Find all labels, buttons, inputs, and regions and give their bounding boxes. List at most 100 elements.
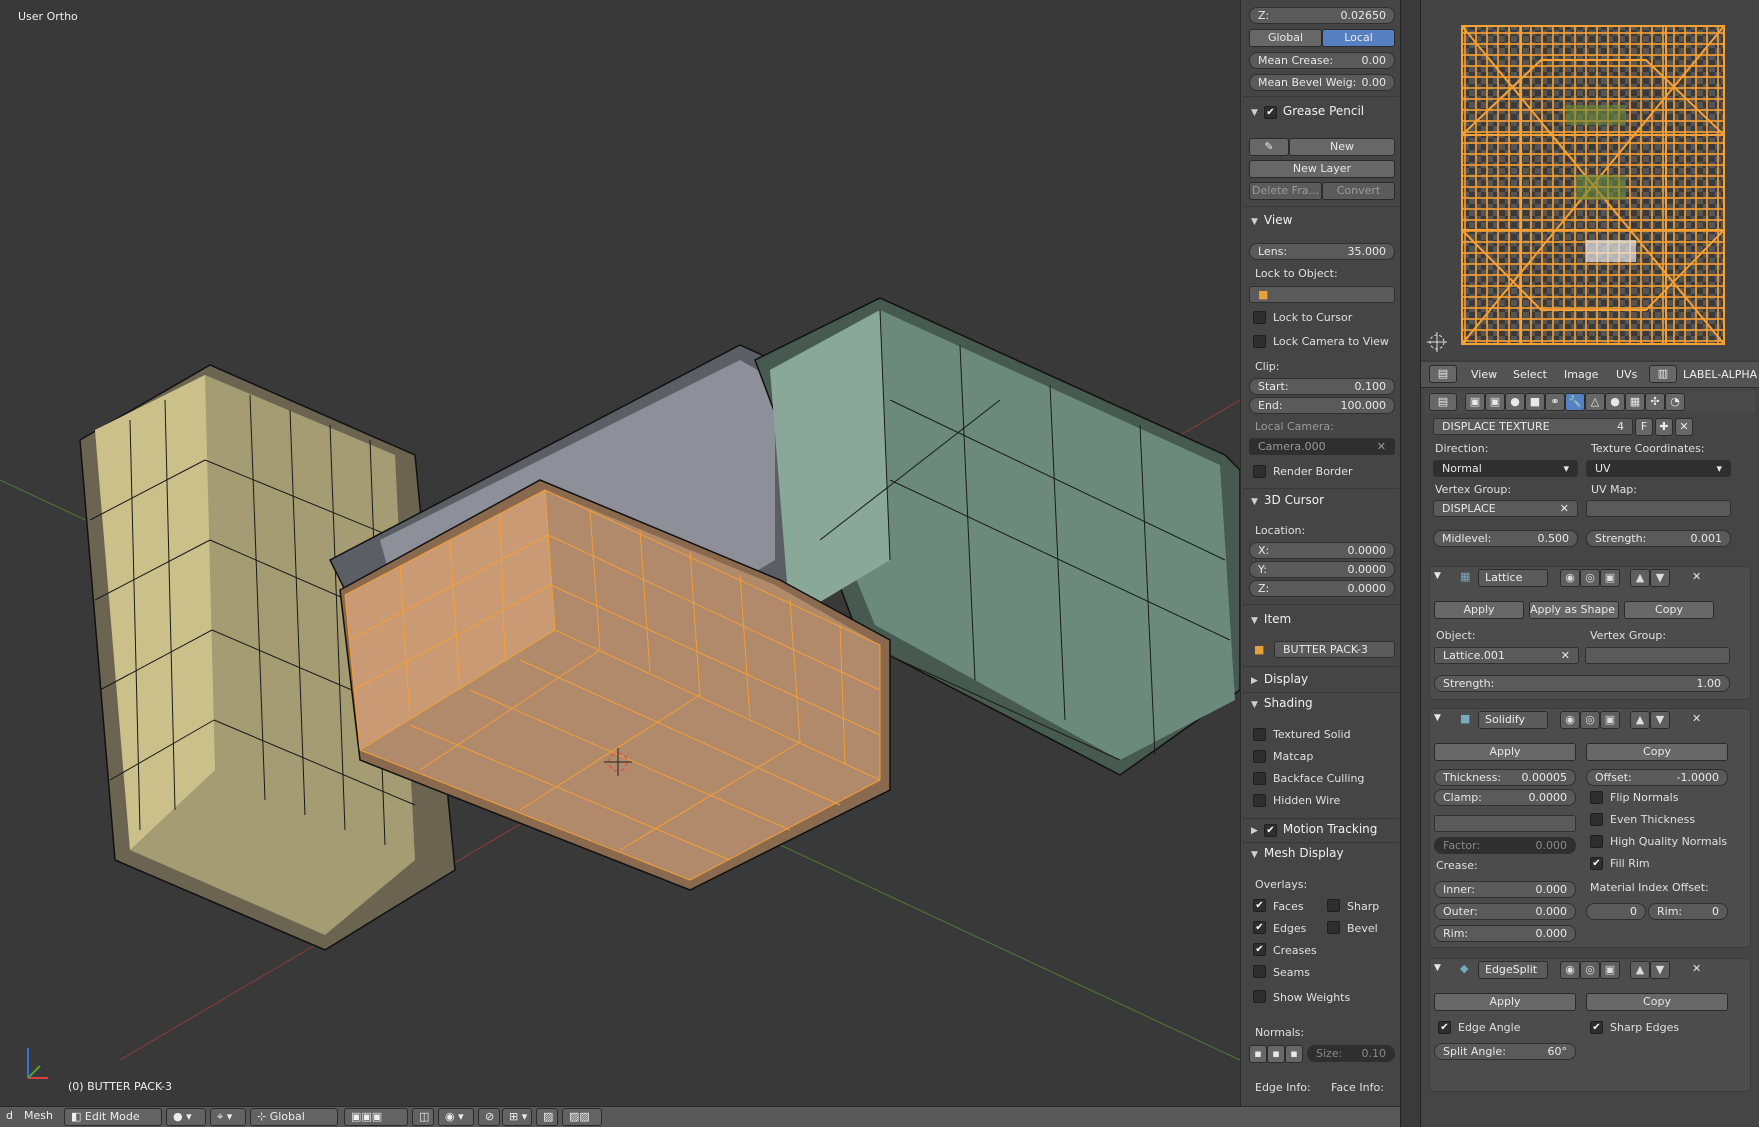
lattice-vgroup-field[interactable] <box>1585 647 1730 664</box>
split-angle-field[interactable]: Split Angle: 60° <box>1434 1043 1576 1060</box>
direction-dropdown[interactable]: Normal ▾ <box>1433 460 1578 477</box>
editmode-toggle-icon[interactable]: ▣ <box>1600 711 1620 729</box>
move-up-icon[interactable]: ▲ <box>1630 961 1650 979</box>
move-down-icon[interactable]: ▼ <box>1650 961 1670 979</box>
lattice-strength-field[interactable]: Strength: 1.00 <box>1434 675 1730 692</box>
collapse-icon[interactable]: ▼ <box>1434 571 1441 581</box>
high-quality-checkbox[interactable] <box>1590 835 1603 848</box>
local-camera-field[interactable]: Camera.000 ✕ <box>1249 438 1395 455</box>
add-icon[interactable]: ✚ <box>1655 418 1673 436</box>
opengl-render-icons[interactable]: ▨▨ <box>562 1108 602 1126</box>
uv-image-editor[interactable] <box>1421 0 1759 360</box>
move-down-icon[interactable]: ▼ <box>1650 569 1670 587</box>
edgesplit-copy-button[interactable]: Copy <box>1586 993 1728 1011</box>
close-icon[interactable]: ✕ <box>1560 501 1569 516</box>
grease-pencil-header[interactable]: ▼ ✔ Grease Pencil <box>1251 104 1364 119</box>
viewport-header[interactable]: d Mesh ◧ Edit Mode ● ▾ ⌖ ▾ ⊹ Global ▣▣▣ … <box>0 1106 1400 1127</box>
clip-start-field[interactable]: Start: 0.100 <box>1249 378 1395 395</box>
render-tab-icon[interactable]: ▣ <box>1465 393 1485 411</box>
convert-button[interactable]: Convert <box>1322 182 1395 200</box>
edge-angle-checkbox[interactable]: ✔ <box>1438 1021 1451 1034</box>
cursor-x-field[interactable]: X: 0.0000 <box>1249 542 1395 559</box>
uv-editor-header[interactable]: ▤ View Select Image UVs ▥ LABEL-ALPHA <box>1421 362 1759 388</box>
move-up-icon[interactable]: ▲ <box>1630 711 1650 729</box>
remove-modifier-icon[interactable]: ✕ <box>1692 570 1701 583</box>
uv-menu-image[interactable]: Image <box>1564 368 1598 381</box>
material-tab-icon[interactable]: ● <box>1605 393 1625 411</box>
particles-tab-icon[interactable]: ✣ <box>1645 393 1665 411</box>
lattice-name-field[interactable]: Lattice <box>1478 569 1548 587</box>
flip-normals-checkbox[interactable] <box>1590 791 1603 804</box>
even-thickness-checkbox[interactable] <box>1590 813 1603 826</box>
uv-texture-view[interactable] <box>1421 0 1759 360</box>
creases-checkbox[interactable]: ✔ <box>1253 943 1266 956</box>
collapse-icon[interactable]: ▼ <box>1434 963 1441 973</box>
editmode-toggle-icon[interactable]: ▣ <box>1600 569 1620 587</box>
outer-field[interactable]: Outer: 0.000 <box>1434 903 1576 920</box>
render-preview-icon[interactable]: ▨ <box>536 1108 558 1126</box>
remove-modifier-icon[interactable]: ✕ <box>1692 712 1701 725</box>
mesh-display-header[interactable]: ▼ Mesh Display <box>1251 846 1344 860</box>
render-toggle-icon[interactable]: ◉ <box>1560 711 1580 729</box>
textured-solid-checkbox[interactable] <box>1253 728 1266 741</box>
image-browse-icon[interactable]: ▥ <box>1649 365 1677 383</box>
texture-tab-icon[interactable]: ▦ <box>1625 393 1645 411</box>
sharp-checkbox[interactable] <box>1327 899 1340 912</box>
properties-editor[interactable]: ▤ ▣ ▣ ● ■ ⚭ 🔧 △ ● ▦ ✣ ◔ DISPLACE TEXTURE… <box>1421 388 1759 1127</box>
viewport-toggle-icon[interactable]: ◎ <box>1580 711 1600 729</box>
delete-frame-button[interactable]: Delete Fra... <box>1249 182 1322 200</box>
scene-tab-icon[interactable]: ▣ <box>1485 393 1505 411</box>
world-tab-icon[interactable]: ● <box>1505 393 1525 411</box>
mean-crease-field[interactable]: Mean Crease: 0.00 <box>1249 52 1395 69</box>
uvmap-field[interactable] <box>1586 500 1731 517</box>
snap-element-dropdown[interactable]: ⊞ ▾ <box>502 1108 532 1126</box>
solidify-apply-button[interactable]: Apply <box>1434 743 1576 761</box>
global-button[interactable]: Global <box>1249 29 1322 47</box>
mat-rim-field[interactable]: Rim: 0 <box>1648 903 1728 920</box>
rim-field[interactable]: Rim: 0.000 <box>1434 925 1576 942</box>
backface-checkbox[interactable] <box>1253 772 1266 785</box>
lattice-object-field[interactable]: Lattice.001 ✕ <box>1434 647 1579 664</box>
bevel-checkbox[interactable] <box>1327 921 1340 934</box>
orientation-dropdown[interactable]: ⊹ Global <box>250 1108 338 1126</box>
solidify-copy-button[interactable]: Copy <box>1586 743 1728 761</box>
lock-object-field[interactable]: ■ <box>1249 286 1395 303</box>
clamp-field[interactable]: Clamp: 0.0000 <box>1434 789 1576 806</box>
fake-user-button[interactable]: F <box>1635 418 1653 436</box>
mesh-menu[interactable]: Mesh <box>18 1108 59 1126</box>
face-normals-icon[interactable]: ▪ <box>1285 1045 1303 1063</box>
area-separator[interactable] <box>1400 0 1421 1127</box>
properties-tabs[interactable]: ▤ ▣ ▣ ● ■ ⚭ 🔧 △ ● ▦ ✣ ◔ <box>1425 391 1755 413</box>
object-tab-icon[interactable]: ■ <box>1525 393 1545 411</box>
sharp-edges-checkbox[interactable]: ✔ <box>1590 1021 1603 1034</box>
move-down-icon[interactable]: ▼ <box>1650 711 1670 729</box>
loop-normals-icon[interactable]: ▪ <box>1267 1045 1285 1063</box>
properties-sidebar[interactable]: Z: 0.02650 Global Local Mean Crease: 0.00 … <box>1240 0 1400 1106</box>
unlink-icon[interactable]: ✕ <box>1675 418 1693 436</box>
shading-dropdown[interactable]: ● ▾ <box>166 1108 206 1126</box>
editor-type-icon[interactable]: ▤ <box>1429 365 1457 383</box>
clip-end-field[interactable]: End: 100.000 <box>1249 397 1395 414</box>
3d-cursor-header[interactable]: ▼ 3D Cursor <box>1251 493 1324 507</box>
move-up-icon[interactable]: ▲ <box>1630 569 1650 587</box>
remove-modifier-icon[interactable]: ✕ <box>1692 962 1701 975</box>
z-field[interactable]: Z: 0.02650 <box>1249 7 1395 24</box>
editmode-toggle-icon[interactable]: ▣ <box>1600 961 1620 979</box>
texcoords-dropdown[interactable]: UV ▾ <box>1586 460 1731 477</box>
lattice-apply-button[interactable]: Apply <box>1434 601 1524 619</box>
mat-index-field[interactable]: 0 <box>1586 903 1646 920</box>
cursor-z-field[interactable]: Z: 0.0000 <box>1249 580 1395 597</box>
3d-viewport[interactable]: User Ortho (0) BUTTER PACK-3 <box>0 0 1240 1106</box>
snap-toggle-icon[interactable]: ⊘ <box>478 1108 500 1126</box>
render-toggle-icon[interactable]: ◉ <box>1560 961 1580 979</box>
close-icon[interactable]: ✕ <box>1561 648 1570 663</box>
mean-bevel-field[interactable]: Mean Bevel Weig: 0.00 <box>1249 74 1395 91</box>
lock-to-cursor-checkbox[interactable] <box>1253 311 1266 324</box>
solidify-vgroup-field[interactable] <box>1434 815 1576 832</box>
vertex-normals-icon[interactable]: ▪ <box>1249 1045 1267 1063</box>
pivot-dropdown[interactable]: ⌖ ▾ <box>210 1108 246 1126</box>
faces-checkbox[interactable]: ✔ <box>1253 899 1266 912</box>
strength-field[interactable]: Strength: 0.001 <box>1586 530 1731 547</box>
item-header[interactable]: ▼ Item <box>1251 612 1291 626</box>
lock-camera-checkbox[interactable] <box>1253 335 1266 348</box>
